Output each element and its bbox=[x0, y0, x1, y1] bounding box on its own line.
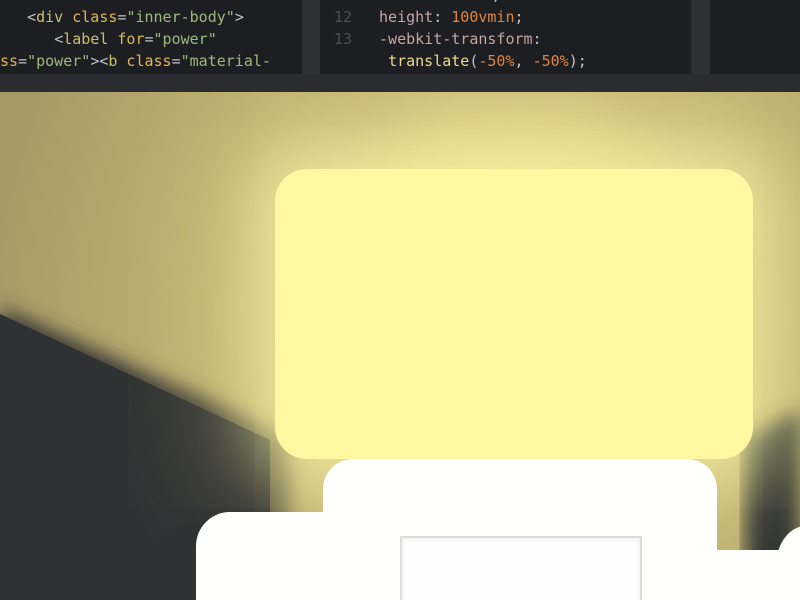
code-token: div bbox=[36, 8, 64, 26]
code-token: 100vmin bbox=[451, 8, 515, 26]
left-shoulder bbox=[196, 512, 336, 600]
js-editor-pane[interactable] bbox=[710, 0, 800, 74]
pane-resize-handle[interactable] bbox=[692, 0, 710, 74]
html-code-line: ss="power"><b class="material- bbox=[0, 50, 271, 72]
html-code-line: <label for="power" bbox=[0, 28, 217, 50]
code-token: = bbox=[144, 30, 154, 48]
pane-resize-handle[interactable] bbox=[302, 0, 320, 74]
code-token: ); bbox=[568, 52, 587, 70]
code-token: height bbox=[379, 8, 434, 26]
html-code-line: <div class="inner-body"> bbox=[0, 6, 244, 28]
code-token: = bbox=[18, 52, 28, 70]
line-number: 12 bbox=[333, 8, 352, 26]
line-number: 13 bbox=[333, 30, 352, 48]
css-code-line: 13 -webkit-transform: bbox=[320, 28, 542, 50]
code-token: class bbox=[117, 52, 172, 70]
code-token: "power" bbox=[153, 30, 217, 48]
code-token: label bbox=[63, 30, 109, 48]
code-token: -50% bbox=[478, 52, 515, 70]
code-token: : bbox=[433, 8, 452, 26]
code-token: "power" bbox=[27, 52, 91, 70]
code-token: > bbox=[234, 8, 244, 26]
code-token: ss bbox=[0, 52, 19, 70]
code-token: < bbox=[27, 8, 37, 26]
code-token: > bbox=[90, 52, 100, 70]
css-code-line: 12 height: 100vmin; bbox=[320, 6, 524, 28]
code-token: ; bbox=[320, 0, 501, 4]
body-panel bbox=[400, 536, 642, 600]
code-token: = bbox=[171, 52, 181, 70]
code-token: ; bbox=[514, 8, 524, 26]
code-token: "material- bbox=[180, 52, 271, 70]
code-token: , bbox=[514, 52, 533, 70]
result-preview bbox=[0, 92, 800, 600]
code-token: class bbox=[63, 8, 118, 26]
html-editor-pane[interactable]: <div class="inner-body"> <label for="pow… bbox=[0, 0, 302, 74]
app-root: <div class="inner-body"> <label for="pow… bbox=[0, 0, 800, 600]
css-code-line: translate(-50%, -50%); bbox=[320, 50, 587, 72]
code-token: < bbox=[54, 30, 64, 48]
code-token: translate bbox=[388, 52, 470, 70]
css-editor-pane[interactable]: ; 12 height: 100vmin; 13 -webkit-transfo… bbox=[320, 0, 690, 74]
code-token: "inner-body" bbox=[126, 8, 235, 26]
code-editor-strip: <div class="inner-body"> <label for="pow… bbox=[0, 0, 800, 93]
code-token: -50% bbox=[532, 52, 569, 70]
glowing-screen bbox=[275, 169, 753, 459]
code-token: for bbox=[108, 30, 145, 48]
code-token: -webkit-transform bbox=[379, 30, 533, 48]
code-token: : bbox=[532, 30, 542, 48]
editor-resize-bar[interactable] bbox=[0, 74, 800, 93]
